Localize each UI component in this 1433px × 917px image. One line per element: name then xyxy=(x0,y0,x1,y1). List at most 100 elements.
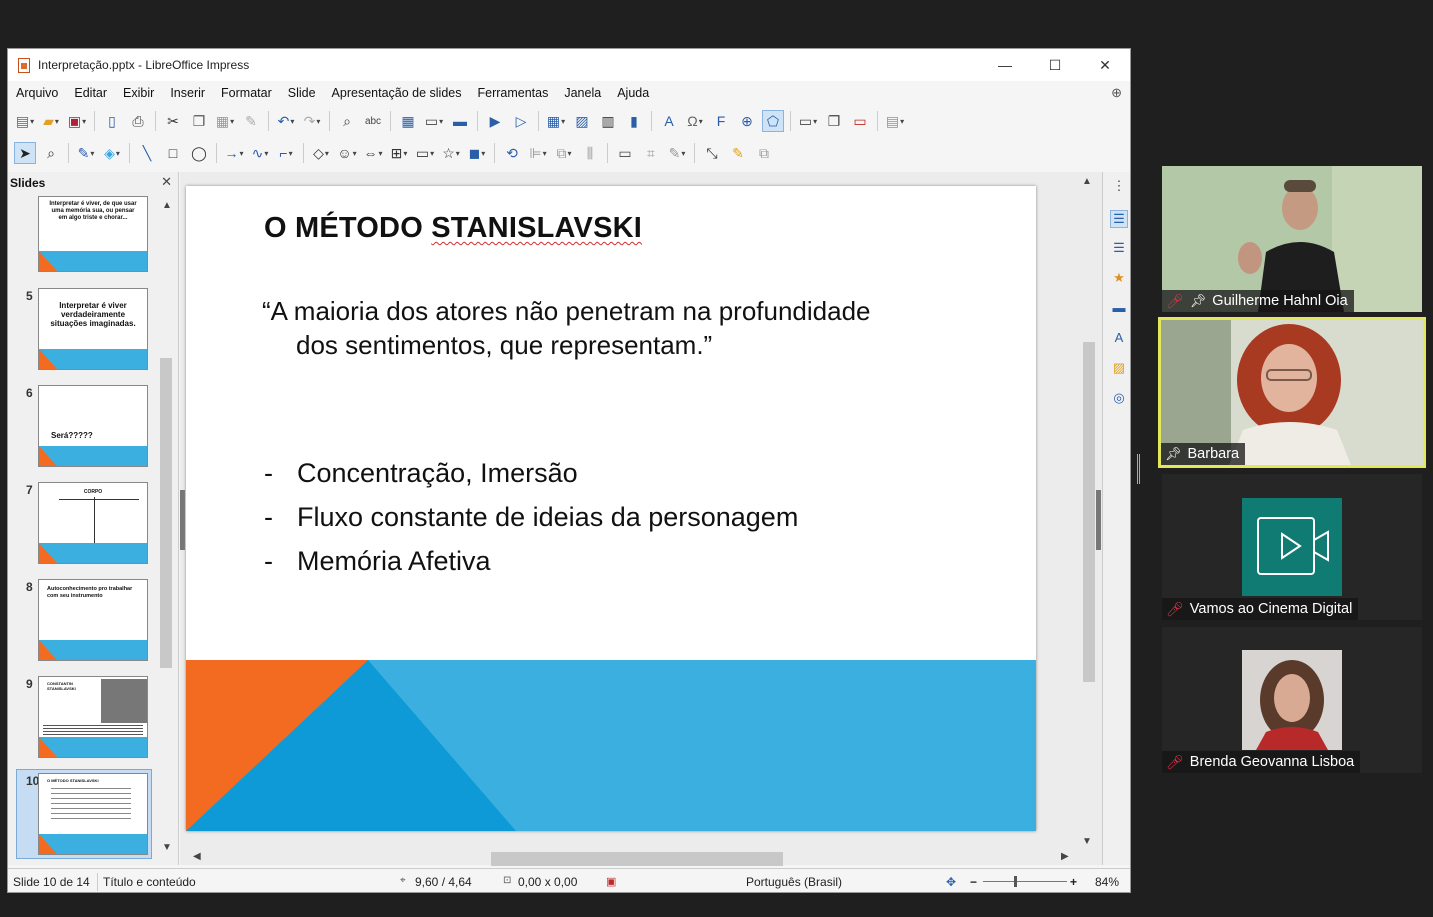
crop-icon[interactable]: ⌗ xyxy=(640,142,662,164)
duplicate-slide-icon[interactable]: ❐ xyxy=(823,110,845,132)
fontwork-icon[interactable]: F xyxy=(710,110,732,132)
new-document-icon[interactable]: ▤ xyxy=(14,110,36,132)
fit-slide-icon[interactable]: ✥ xyxy=(946,875,956,889)
scroll-right-icon[interactable]: ▶ xyxy=(1061,851,1069,862)
menu-inserir[interactable]: Inserir xyxy=(162,86,213,100)
media-icon[interactable]: ▥ xyxy=(597,110,619,132)
gallery-icon[interactable]: ▨ xyxy=(1110,360,1128,378)
scroll-down-icon[interactable]: ▼ xyxy=(1082,836,1092,847)
styles-icon[interactable]: A xyxy=(1110,330,1128,348)
layout-status[interactable]: Título e conteúdo xyxy=(103,875,196,889)
undo-icon[interactable]: ↶ xyxy=(275,110,297,132)
slide-thumbnail[interactable]: Interpretar é viver, de que usar uma mem… xyxy=(38,196,148,272)
save-icon[interactable]: ▣ xyxy=(66,110,88,132)
callouts-icon[interactable]: ▭ xyxy=(414,142,436,164)
animation-icon[interactable]: ★ xyxy=(1110,270,1128,288)
select-arrow-icon[interactable]: ➤ xyxy=(14,142,36,164)
line-icon[interactable]: ╲ xyxy=(136,142,158,164)
block-arrows-icon[interactable]: ⇔ xyxy=(362,142,384,164)
shadow-icon[interactable]: ▭ xyxy=(614,142,636,164)
master-slides-icon[interactable]: ▬ xyxy=(1110,300,1128,318)
image-icon[interactable]: ▨ xyxy=(571,110,593,132)
lines-arrows-icon[interactable]: → xyxy=(223,142,245,164)
connectors-icon[interactable]: ⌐ xyxy=(275,142,297,164)
delete-slide-icon[interactable]: ▭ xyxy=(849,110,871,132)
language-status[interactable]: Português (Brasil) xyxy=(746,875,842,889)
menu-formatar[interactable]: Formatar xyxy=(213,86,280,100)
minimize-button[interactable]: — xyxy=(980,49,1030,81)
bullet-item[interactable]: - Concentração, Imersão xyxy=(264,458,578,489)
menu-janela[interactable]: Janela xyxy=(556,86,609,100)
document-modified-icon[interactable]: ▣ xyxy=(606,875,616,888)
zoom-slider-track[interactable] xyxy=(983,881,1067,882)
clone-format-icon[interactable]: ✎ xyxy=(240,110,262,132)
participant-tile[interactable]: 🎤︎ 📌︎ Guilherme Hahnl Oia xyxy=(1162,166,1422,312)
print-icon[interactable]: ⎙ xyxy=(127,110,149,132)
cut-icon[interactable]: ✂ xyxy=(162,110,184,132)
points-icon[interactable]: ⤡ xyxy=(701,142,723,164)
zoom-icon[interactable]: ⌕ xyxy=(40,142,62,164)
menu-exibir[interactable]: Exibir xyxy=(115,86,162,100)
slide-thumbnail[interactable]: Será????? xyxy=(38,385,148,467)
special-character-icon[interactable]: Ω xyxy=(684,110,706,132)
new-slide-icon[interactable]: ▭ xyxy=(797,110,819,132)
sidebar-menu-icon[interactable]: ⋮ xyxy=(1110,178,1128,196)
slides-pane-scrollbar[interactable]: ▲ ▼ xyxy=(158,198,174,858)
grid-icon[interactable]: ▦ xyxy=(397,110,419,132)
align-icon[interactable]: ⊫ xyxy=(527,142,549,164)
scroll-left-icon[interactable]: ◀ xyxy=(193,851,201,862)
horizontal-scrollbar-thumb[interactable] xyxy=(491,852,783,866)
scroll-down-icon[interactable]: ▼ xyxy=(162,842,172,853)
slide-thumbnail[interactable]: Interpretar é viver verdadeiramente situ… xyxy=(38,288,148,370)
table-icon[interactable]: ▦ xyxy=(545,110,567,132)
flowchart-icon[interactable]: ⊞ xyxy=(388,142,410,164)
fill-color-icon[interactable]: ◈ xyxy=(101,142,123,164)
slide-title[interactable]: O MÉTODO STANISLAVSKI xyxy=(264,212,642,245)
slide-layout-icon[interactable]: ▤ xyxy=(884,110,906,132)
slide-transition-icon[interactable]: ☰ xyxy=(1110,240,1128,258)
filter-icon[interactable]: ✎ xyxy=(666,142,688,164)
start-first-slide-icon[interactable]: ▶ xyxy=(484,110,506,132)
copy-icon[interactable]: ❐ xyxy=(188,110,210,132)
menu-arquivo[interactable]: Arquivo xyxy=(8,86,66,100)
vertical-scrollbar-thumb[interactable] xyxy=(1083,342,1095,682)
slide-thumbnail[interactable]: CORPO xyxy=(38,482,148,564)
slide-editing-area[interactable]: O MÉTODO STANISLAVSKI “A maioria dos ato… xyxy=(180,172,1102,865)
slide-thumbnail-selected[interactable]: O MÉTODO STANISLAVSKI xyxy=(38,773,148,855)
menu-ferramentas[interactable]: Ferramentas xyxy=(470,86,557,100)
chart-icon[interactable]: ▮ xyxy=(623,110,645,132)
spelling-icon[interactable]: abc xyxy=(362,110,384,132)
line-color-icon[interactable]: ✎ xyxy=(75,142,97,164)
master-slide-icon[interactable]: ▬ xyxy=(449,110,471,132)
rectangle-icon[interactable]: □ xyxy=(162,142,184,164)
distribute-icon[interactable]: ⫼ xyxy=(579,142,601,164)
hyperlink-icon[interactable]: ⊕ xyxy=(736,110,758,132)
navigator-icon[interactable]: ◎ xyxy=(1110,390,1128,408)
ellipse-icon[interactable]: ◯ xyxy=(188,142,210,164)
close-button[interactable]: ✕ xyxy=(1080,49,1130,81)
rotate-icon[interactable]: ⟲ xyxy=(501,142,523,164)
toggle-extrusion-icon[interactable]: ⧉ xyxy=(753,142,775,164)
zoom-out-icon[interactable]: − xyxy=(970,875,977,889)
zoom-slider-handle[interactable] xyxy=(1014,876,1017,887)
globe-icon[interactable]: ⊕ xyxy=(1111,85,1122,101)
redo-icon[interactable]: ↷ xyxy=(301,110,323,132)
glue-points-icon[interactable]: ✎ xyxy=(727,142,749,164)
export-pdf-icon[interactable]: ▯ xyxy=(101,110,123,132)
left-pane-toggle[interactable] xyxy=(180,490,185,550)
curves-icon[interactable]: ∿ xyxy=(249,142,271,164)
splitter-handle[interactable] xyxy=(1137,454,1140,484)
paste-icon[interactable]: ▦ xyxy=(214,110,236,132)
menu-slide[interactable]: Slide xyxy=(280,86,324,100)
stars-icon[interactable]: ☆ xyxy=(440,142,462,164)
bullet-item[interactable]: - Fluxo constante de ideias da personagem xyxy=(264,502,798,533)
participant-tile[interactable]: 🎤︎ Brenda Geovanna Lisboa xyxy=(1162,627,1422,773)
scroll-up-icon[interactable]: ▲ xyxy=(1082,176,1092,187)
menu-apresentacao[interactable]: Apresentação de slides xyxy=(324,86,470,100)
maximize-button[interactable]: ☐ xyxy=(1030,49,1080,81)
menu-ajuda[interactable]: Ajuda xyxy=(609,86,657,100)
current-slide[interactable]: O MÉTODO STANISLAVSKI “A maioria dos ato… xyxy=(186,186,1036,831)
scroll-up-icon[interactable]: ▲ xyxy=(162,200,172,211)
scrollbar-thumb[interactable] xyxy=(160,358,172,668)
open-folder-icon[interactable]: ▰ xyxy=(40,110,62,132)
